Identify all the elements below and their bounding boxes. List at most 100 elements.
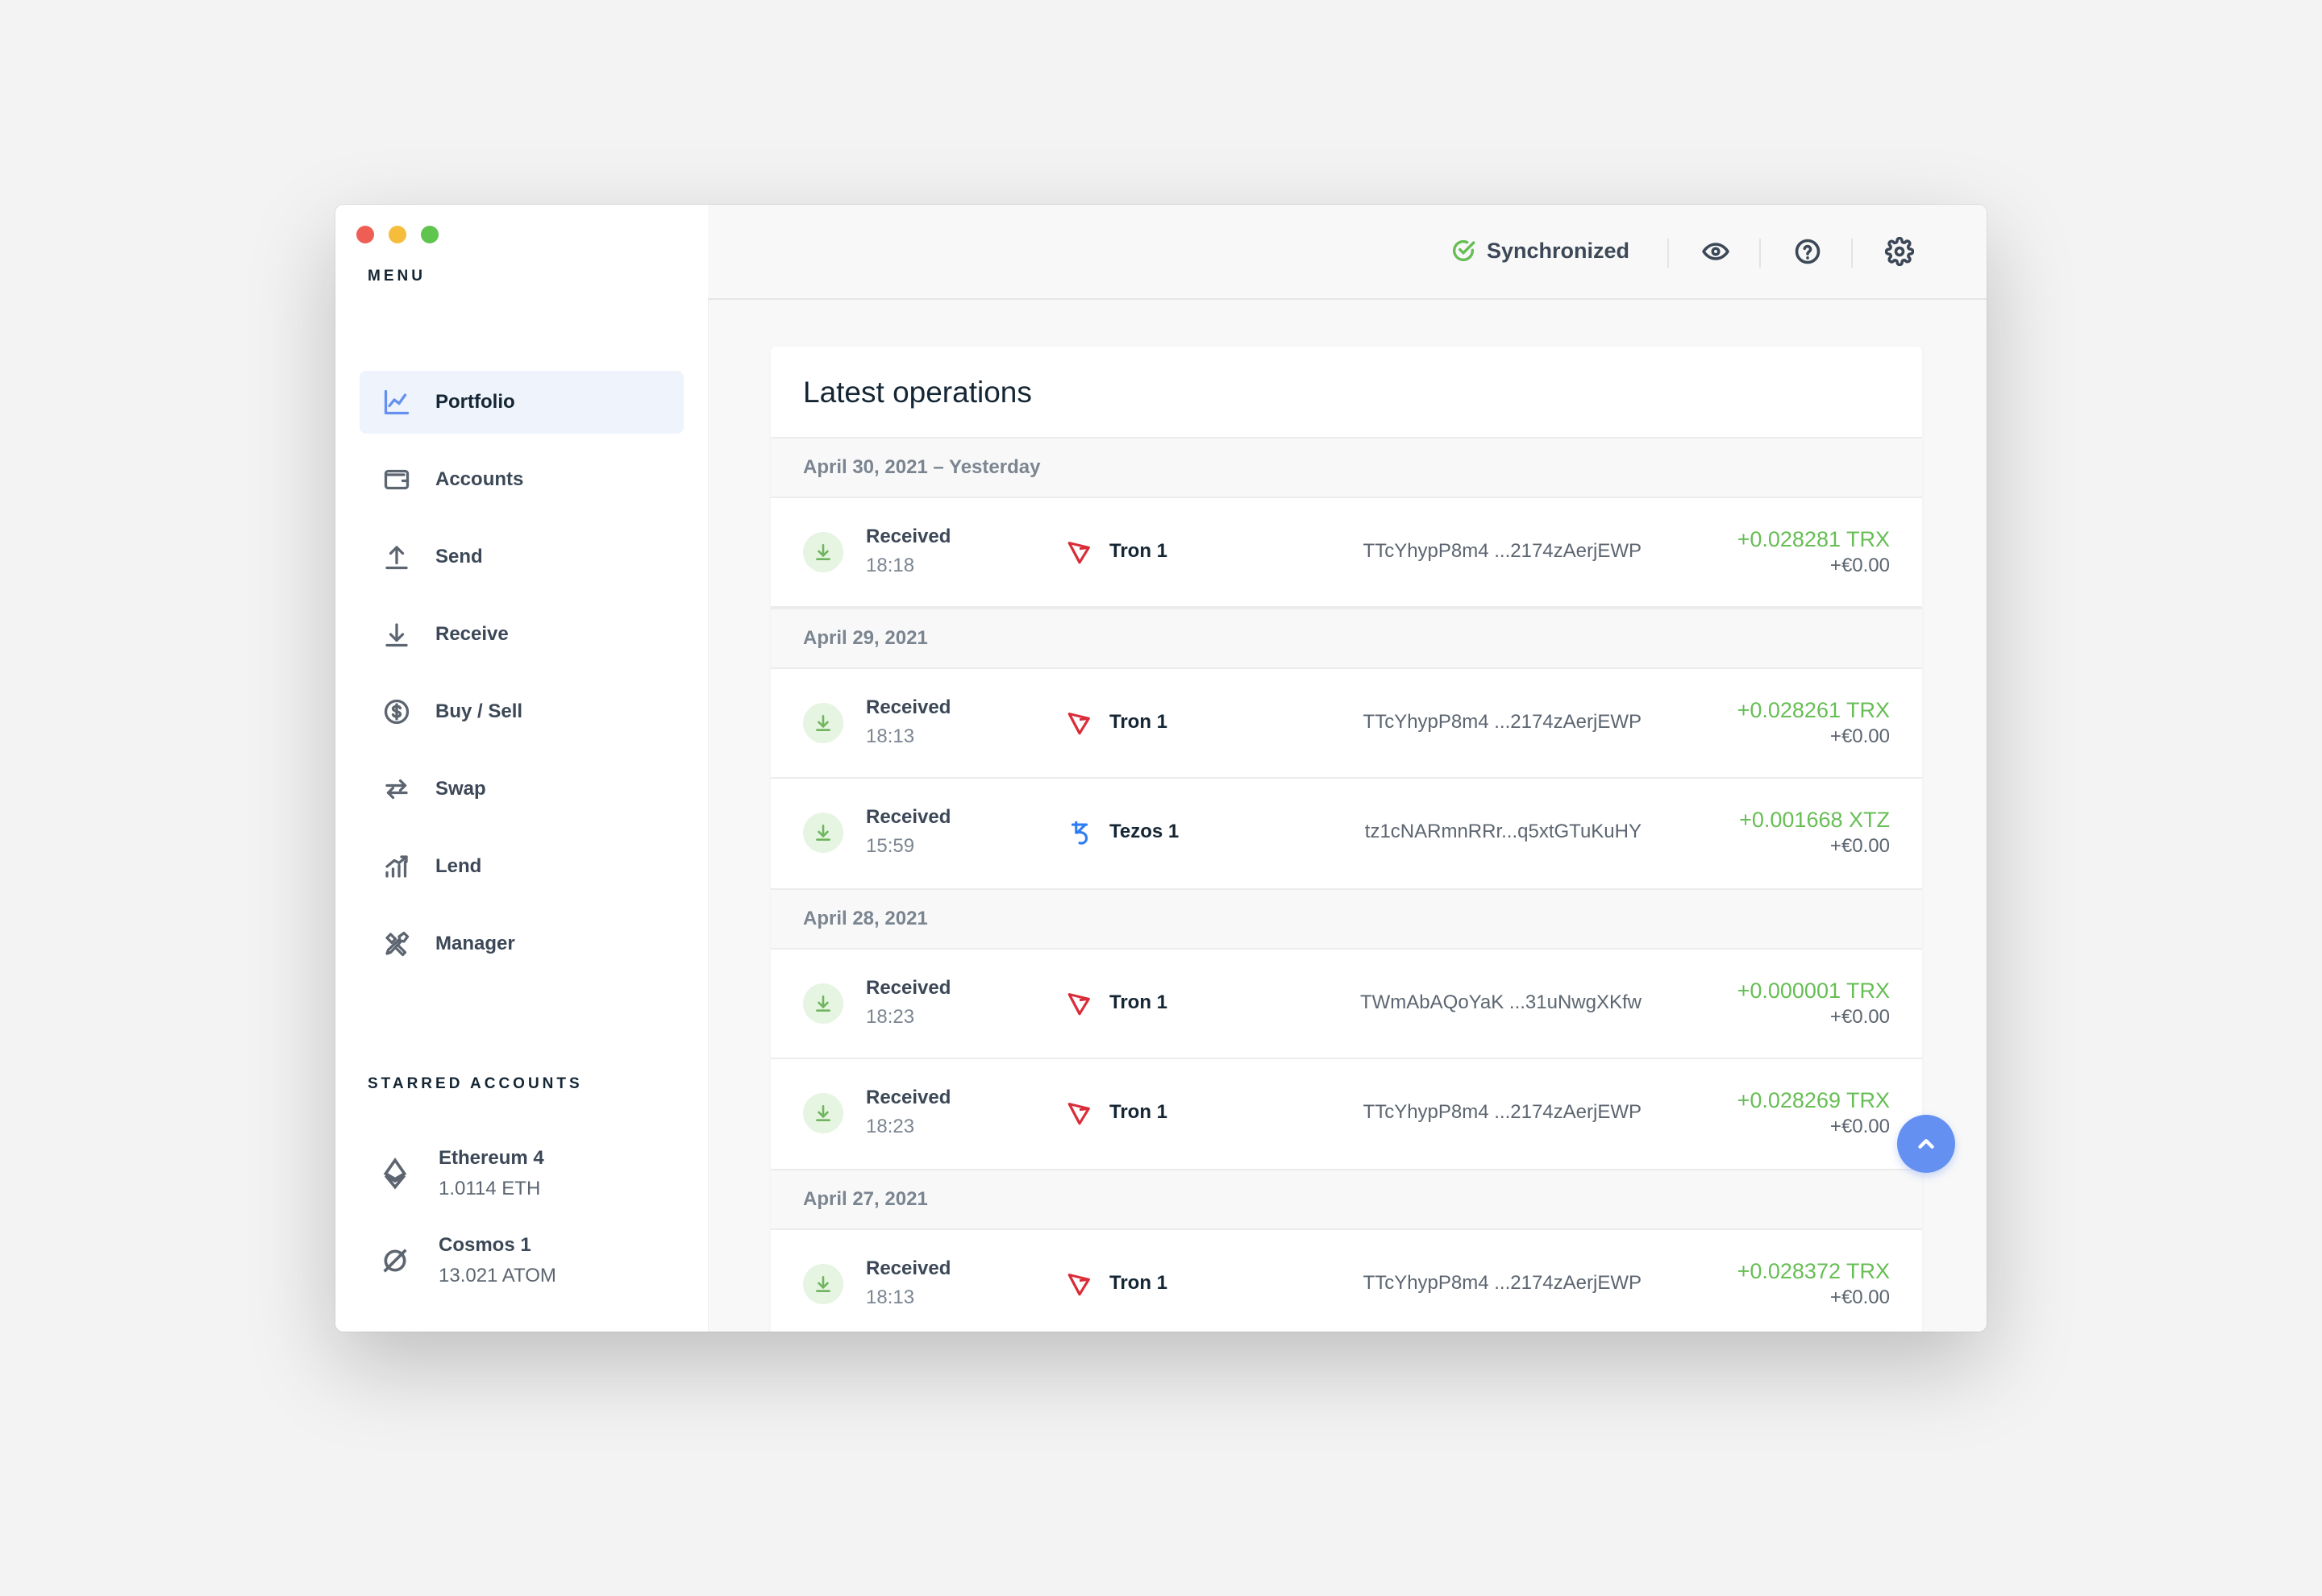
operation-account: Tron 1: [1109, 540, 1168, 562]
operation-address: TTcYhypP8m4 ...2174zAerjEWP: [1363, 540, 1642, 562]
sidebar-item-send[interactable]: Send: [360, 526, 684, 588]
operation-row[interactable]: Received 18:13 Tron 1 TTcYhypP8m4 ...217…: [771, 669, 1922, 779]
swap-arrows-icon: [385, 779, 408, 800]
sidebar-item-label: Receive: [435, 623, 509, 645]
date-group-header: April 27, 2021: [771, 1169, 1922, 1230]
received-icon: [803, 703, 843, 743]
toggle-balance-visibility-button[interactable]: [1700, 235, 1732, 268]
operation-address: tz1cNARmnRRr...q5xtGTuKuHY: [1364, 821, 1642, 842]
operation-time: 18:18: [866, 555, 915, 576]
sidebar: MENU Portfolio Accounts Send Receive Buy…: [335, 205, 709, 1332]
operation-time: 18:23: [866, 1006, 915, 1028]
operation-amount: +0.028372 TRX: [1737, 1259, 1890, 1283]
operation-amount: +0.028269 TRX: [1737, 1088, 1890, 1112]
starred-account-balance: 1.0114 ETH: [439, 1178, 541, 1199]
operation-fiat-value: +€0.00: [1829, 1116, 1890, 1137]
operation-fiat-value: +€0.00: [1829, 835, 1890, 857]
window-controls: [356, 226, 439, 243]
operation-time: 18:23: [866, 1116, 915, 1137]
starred-account-balance: 13.021 ATOM: [439, 1265, 556, 1286]
help-button[interactable]: [1791, 235, 1824, 268]
operation-fiat-value: +€0.00: [1829, 1006, 1890, 1028]
starred-account-name: Ethereum 4: [439, 1147, 544, 1169]
divider: [1851, 239, 1853, 268]
arrow-down-icon: [385, 623, 408, 647]
sidebar-item-portfolio[interactable]: Portfolio: [360, 371, 684, 434]
lend-chart-icon: [385, 855, 408, 878]
maximize-window-button[interactable]: [421, 226, 439, 243]
sidebar-item-label: Portfolio: [435, 391, 515, 413]
chevron-up-icon: [1918, 1139, 1934, 1149]
settings-button[interactable]: [1883, 235, 1916, 268]
top-bar: Synchronized: [708, 205, 1987, 300]
sidebar-item-label: Send: [435, 546, 483, 567]
starred-account-ethereum[interactable]: Ethereum 4 1.0114 ETH: [368, 1130, 682, 1217]
tron-icon: [1067, 542, 1090, 564]
sync-status[interactable]: Synchronized: [1450, 237, 1629, 264]
cosmos-icon: [383, 1249, 407, 1273]
operation-amount: +0.028281 TRX: [1737, 527, 1890, 551]
received-icon: [803, 1264, 843, 1304]
received-icon: [803, 813, 843, 853]
operation-time: 18:13: [866, 725, 915, 747]
date-group-header: April 28, 2021: [771, 888, 1922, 950]
operation-row[interactable]: Received 18:23 Tron 1 TTcYhypP8m4 ...217…: [771, 1059, 1922, 1169]
operation-type: Received: [866, 696, 951, 718]
divider: [1759, 239, 1761, 268]
sidebar-item-label: Lend: [435, 855, 482, 877]
app-window: MENU Portfolio Accounts Send Receive Buy…: [335, 205, 1987, 1332]
operation-amount: +0.000001 TRX: [1737, 979, 1890, 1003]
sidebar-item-receive[interactable]: Receive: [360, 603, 684, 666]
starred-accounts-heading: STARRED ACCOUNTS: [368, 1075, 583, 1092]
eye-icon: [1702, 243, 1729, 260]
operation-address: TTcYhypP8m4 ...2174zAerjEWP: [1363, 1272, 1642, 1294]
received-icon: [803, 1093, 843, 1133]
operation-account: Tezos 1: [1109, 821, 1180, 842]
dollar-circle-icon: [384, 699, 410, 725]
wallet-icon: [384, 469, 410, 490]
starred-account-cosmos[interactable]: Cosmos 1 13.021 ATOM: [368, 1217, 682, 1304]
main-menu: Portfolio Accounts Send Receive Buy / Se…: [360, 371, 684, 990]
tron-icon: [1067, 1103, 1090, 1125]
operation-amount: +0.001668 XTZ: [1739, 808, 1890, 832]
divider: [1667, 239, 1669, 268]
scroll-to-top-button[interactable]: [1897, 1115, 1955, 1173]
operation-type: Received: [866, 806, 951, 828]
date-group-header: April 29, 2021: [771, 608, 1922, 669]
sidebar-item-manager[interactable]: Manager: [360, 912, 684, 975]
operation-row[interactable]: Received 18:13 Tron 1 TTcYhypP8m4 ...217…: [771, 1230, 1922, 1332]
menu-heading: MENU: [368, 268, 426, 285]
operation-row[interactable]: Received 15:59 Tezos 1 tz1cNARmnRRr...q5…: [771, 779, 1922, 888]
operation-type: Received: [866, 1257, 951, 1279]
ethereum-icon: [383, 1158, 407, 1190]
close-window-button[interactable]: [356, 226, 374, 243]
sidebar-item-label: Manager: [435, 933, 515, 954]
received-icon: [803, 983, 843, 1024]
tools-icon: [385, 931, 410, 957]
operation-time: 18:13: [866, 1286, 915, 1308]
sidebar-item-label: Accounts: [435, 468, 524, 490]
operation-account: Tron 1: [1109, 1101, 1168, 1123]
operation-account: Tron 1: [1109, 711, 1168, 733]
starred-accounts-list: Ethereum 4 1.0114 ETH Cosmos 1 13.021 AT…: [368, 1130, 682, 1304]
tron-icon: [1067, 713, 1090, 735]
sidebar-item-buy-sell[interactable]: Buy / Sell: [360, 680, 684, 743]
operation-type: Received: [866, 1087, 951, 1108]
operation-time: 15:59: [866, 835, 915, 857]
sidebar-item-accounts[interactable]: Accounts: [360, 448, 684, 511]
sidebar-item-label: Buy / Sell: [435, 700, 523, 722]
operation-address: TTcYhypP8m4 ...2174zAerjEWP: [1363, 1101, 1642, 1123]
sync-status-label: Synchronized: [1487, 238, 1630, 263]
operation-account: Tron 1: [1109, 1272, 1168, 1294]
sidebar-item-lend[interactable]: Lend: [360, 835, 684, 898]
tron-icon: [1067, 1274, 1090, 1296]
tron-icon: [1067, 993, 1090, 1016]
operation-account: Tron 1: [1109, 991, 1168, 1013]
operation-amount: +0.028261 TRX: [1737, 698, 1890, 722]
sidebar-item-swap[interactable]: Swap: [360, 758, 684, 821]
operation-row[interactable]: Received 18:23 Tron 1 TWmAbAQoYaK ...31u…: [771, 950, 1922, 1059]
date-group-header: April 30, 2021 – Yesterday: [771, 437, 1922, 498]
help-icon: [1795, 239, 1821, 264]
minimize-window-button[interactable]: [389, 226, 406, 243]
operation-row[interactable]: Received 18:18 Tron 1 TTcYhypP8m4 ...217…: [771, 498, 1922, 608]
